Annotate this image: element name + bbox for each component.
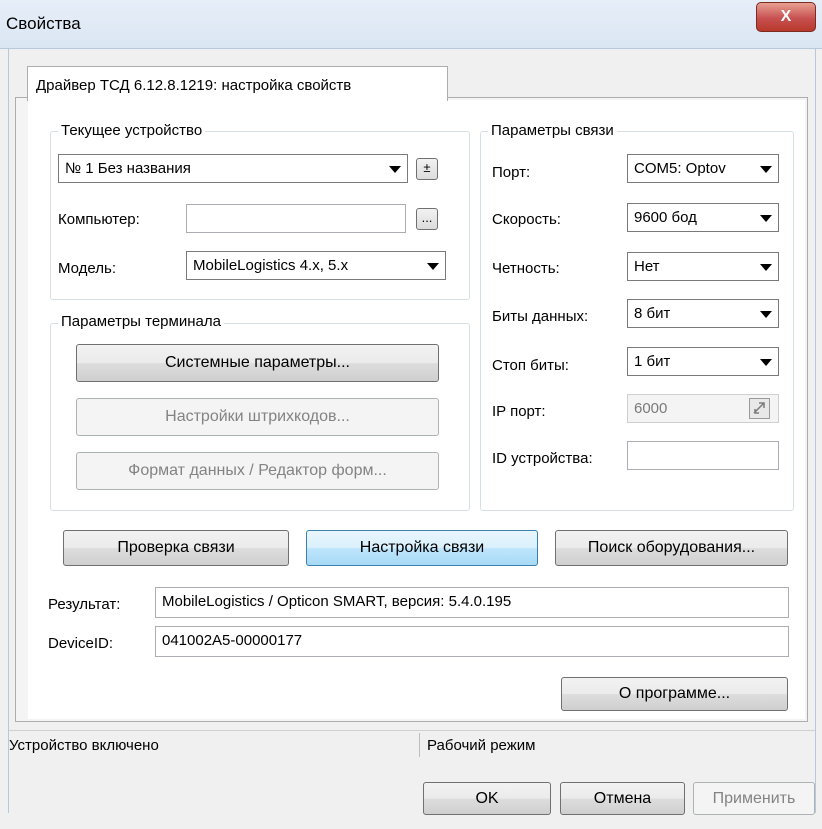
deviceid-result-label: DeviceID: xyxy=(48,635,114,652)
status-bar: Устройство включено Рабочий режим xyxy=(9,730,815,760)
chevron-down-icon xyxy=(760,215,772,222)
find-equipment-button[interactable]: Поиск оборудования... xyxy=(555,530,788,566)
speed-select-value: 9600 бод xyxy=(634,209,697,226)
ipport-label: IP порт: xyxy=(492,403,546,420)
connection-setup-button[interactable]: Настройка связи xyxy=(306,530,538,566)
stopbits-select-value: 1 бит xyxy=(634,353,671,370)
ipport-field-value: 6000 xyxy=(634,400,668,417)
speed-select[interactable]: 9600 бод xyxy=(627,203,779,232)
stopbits-label: Стоп биты: xyxy=(492,357,569,374)
model-select-value: MobileLogistics 4.x, 5.x xyxy=(193,257,349,274)
connection-params-legend: Параметры связи xyxy=(488,122,617,139)
close-button[interactable]: X xyxy=(756,2,816,32)
tab-label: Драйвер ТСД 6.12.8.1219: настройка свойс… xyxy=(36,77,352,94)
parity-select[interactable]: Нет xyxy=(627,252,779,281)
window-title: Свойства xyxy=(6,14,81,33)
databits-label: Биты данных: xyxy=(492,308,589,325)
port-select[interactable]: COM5: Optov xyxy=(627,154,779,183)
status-device: Устройство включено xyxy=(9,737,159,754)
barcode-settings-button[interactable]: Настройки штрихкодов... xyxy=(76,398,439,436)
current-device-legend: Текущее устройство xyxy=(58,122,206,139)
result-field-value: MobileLogistics / Opticon SMART, версия:… xyxy=(162,593,512,610)
computer-field[interactable] xyxy=(186,204,406,233)
computer-label: Компьютер: xyxy=(58,211,140,228)
plus-minus-icon: ± xyxy=(423,160,431,175)
model-select[interactable]: MobileLogistics 4.x, 5.x xyxy=(186,251,446,280)
chevron-down-icon xyxy=(760,311,772,318)
properties-dialog: Свойства X Драйвер ТСД 6.12.8.1219: наст… xyxy=(0,0,822,829)
result-label: Результат: xyxy=(48,596,121,613)
about-button[interactable]: О программе... xyxy=(561,677,788,711)
chevron-down-icon xyxy=(760,264,772,271)
spin-icon[interactable] xyxy=(749,398,770,419)
parity-select-value: Нет xyxy=(634,258,660,275)
chevron-down-icon xyxy=(760,359,772,366)
cancel-button-label: Отмена xyxy=(593,790,652,807)
tab-driver-settings[interactable]: Драйвер ТСД 6.12.8.1219: настройка свойс… xyxy=(27,66,448,101)
find-equipment-button-label: Поиск оборудования... xyxy=(587,539,756,556)
data-format-button[interactable]: Формат данных / Редактор форм... xyxy=(76,452,439,490)
check-connection-button-label: Проверка связи xyxy=(117,539,235,556)
terminal-params-legend: Параметры терминала xyxy=(58,313,224,330)
device-select-value: № 1 Без названия xyxy=(65,160,191,177)
databits-select-value: 8 бит xyxy=(634,305,671,322)
device-select[interactable]: № 1 Без названия xyxy=(58,154,408,183)
status-separator xyxy=(419,733,420,757)
parity-label: Четность: xyxy=(492,260,560,277)
port-select-value: COM5: Optov xyxy=(634,160,726,177)
title-bar[interactable]: Свойства X xyxy=(0,0,822,49)
check-connection-button[interactable]: Проверка связи xyxy=(63,530,289,566)
stopbits-select[interactable]: 1 бит xyxy=(627,347,779,376)
close-icon: X xyxy=(780,8,792,25)
apply-button-label: Применить xyxy=(712,790,796,807)
connection-setup-button-label: Настройка связи xyxy=(359,539,485,556)
ipport-field[interactable]: 6000 xyxy=(627,394,779,423)
system-params-button[interactable]: Системные параметры... xyxy=(76,344,439,382)
about-button-label: О программе... xyxy=(618,685,731,702)
browse-computer-button[interactable]: ... xyxy=(416,208,438,230)
system-params-button-label: Системные параметры... xyxy=(164,354,350,371)
deviceid-result-field-value: 041002A5-00000177 xyxy=(162,632,303,649)
databits-select[interactable]: 8 бит xyxy=(627,299,779,328)
chevron-down-icon xyxy=(389,166,401,173)
apply-button[interactable]: Применить xyxy=(693,782,815,815)
barcode-settings-button-label: Настройки штрихкодов... xyxy=(165,408,350,425)
model-label: Модель: xyxy=(58,260,117,277)
cancel-button[interactable]: Отмена xyxy=(560,782,685,815)
result-field[interactable]: MobileLogistics / Opticon SMART, версия:… xyxy=(155,587,789,618)
add-remove-device-button[interactable]: ± xyxy=(416,158,438,180)
chevron-down-icon xyxy=(427,263,439,270)
ok-button[interactable]: OK xyxy=(423,782,551,815)
status-mode: Рабочий режим xyxy=(427,737,536,754)
chevron-down-icon xyxy=(760,166,772,173)
ok-button-label: OK xyxy=(475,790,499,807)
device-id-label: ID устройства: xyxy=(492,450,593,467)
speed-label: Скорость: xyxy=(492,211,561,228)
deviceid-result-field[interactable]: 041002A5-00000177 xyxy=(155,626,789,657)
port-label: Порт: xyxy=(492,164,531,181)
device-id-field[interactable] xyxy=(627,441,779,470)
data-format-button-label: Формат данных / Редактор форм... xyxy=(128,462,387,479)
ellipsis-icon: ... xyxy=(421,210,433,225)
